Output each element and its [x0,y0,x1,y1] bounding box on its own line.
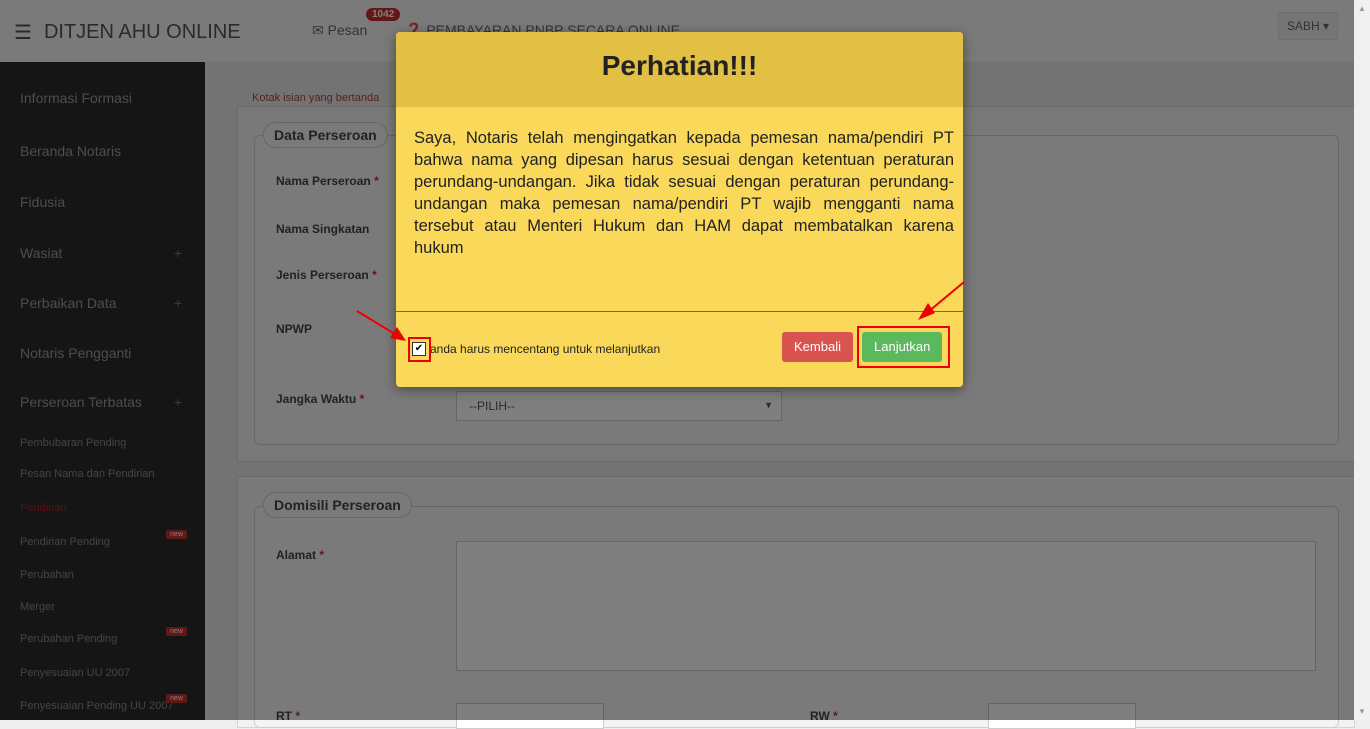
checkbox-highlight-box [408,337,431,362]
scroll-down-icon[interactable]: ▼ [1358,707,1366,716]
back-button[interactable]: Kembali [782,332,853,362]
modal-message: Saya, Notaris telah mengingatkan kepada … [414,129,954,257]
modal-title: Perhatian!!! [601,50,758,81]
continue-highlight-box [857,326,950,368]
modal-header: Perhatian!!! [396,32,963,107]
confirm-checkbox-label[interactable]: anda harus mencentang untuk melanjutkan [430,342,660,356]
modal-divider [396,311,963,312]
scroll-up-icon[interactable]: ▲ [1358,4,1366,13]
page-scrollbar[interactable]: ▲ ▼ [1354,0,1370,720]
